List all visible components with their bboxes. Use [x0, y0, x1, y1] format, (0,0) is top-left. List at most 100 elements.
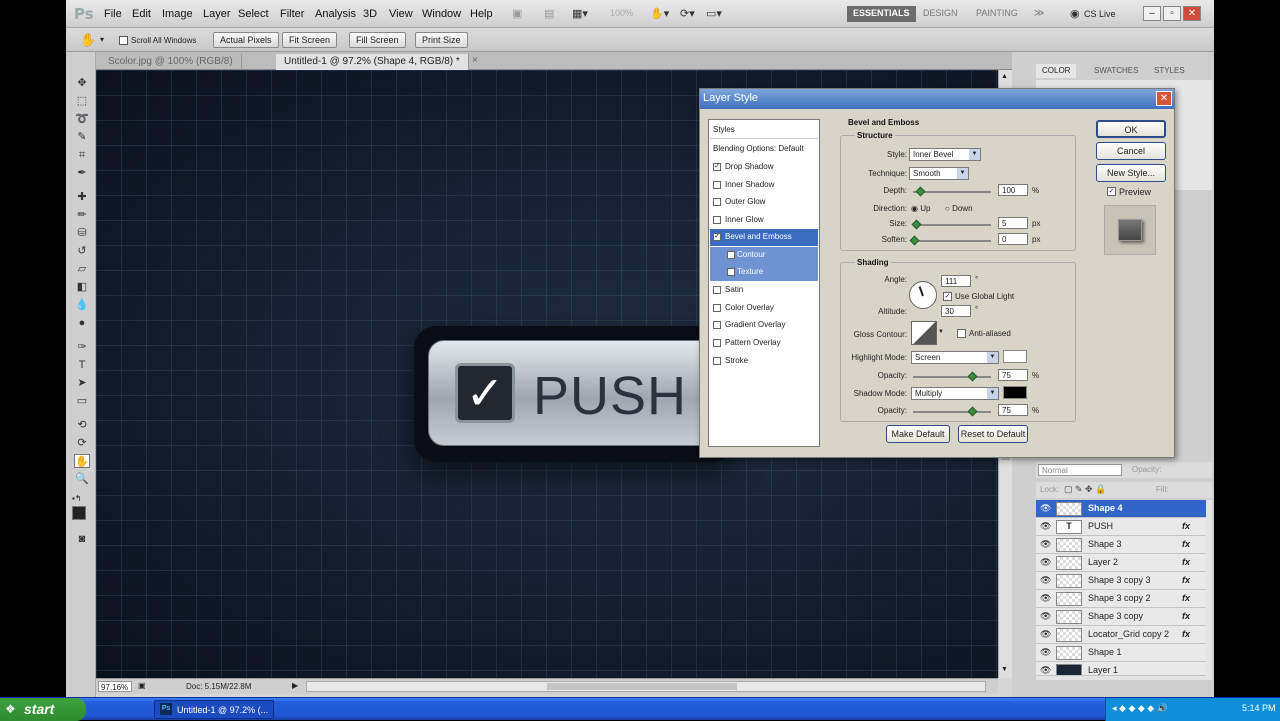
eraser-tool-icon[interactable]: ▱: [74, 262, 90, 276]
actual-pixels-button[interactable]: Actual Pixels: [213, 32, 279, 48]
highlight-opacity-knob[interactable]: [967, 371, 978, 382]
shadow-color-swatch[interactable]: [1003, 386, 1027, 399]
healing-brush-tool-icon[interactable]: ✚: [74, 190, 90, 204]
style-drop-shadow[interactable]: ✓ Drop Shadow: [710, 159, 818, 176]
scroll-all-checkbox[interactable]: [119, 36, 128, 45]
type-tool-icon[interactable]: T: [74, 358, 90, 372]
new-style-button[interactable]: New Style...: [1096, 164, 1166, 182]
gradient-tool-icon[interactable]: ◧: [74, 280, 90, 294]
tab-color[interactable]: COLOR: [1036, 64, 1077, 78]
checkbox[interactable]: [713, 216, 721, 224]
pen-tool-icon[interactable]: ✑: [74, 340, 90, 354]
layer-row[interactable]: 👁 Shape 1: [1036, 644, 1206, 662]
reset-default-button[interactable]: Reset to Default: [958, 425, 1028, 443]
shadow-opacity-knob[interactable]: [967, 406, 978, 417]
quick-mask-icon[interactable]: ◙: [74, 532, 90, 546]
menu-analysis[interactable]: Analysis: [315, 8, 356, 20]
eye-icon[interactable]: 👁: [1040, 575, 1051, 586]
marquee-tool-icon[interactable]: ⬚: [74, 94, 90, 108]
quick-select-tool-icon[interactable]: ✎: [74, 130, 90, 144]
workspace-painting[interactable]: PAINTING: [970, 6, 1024, 22]
fx-icon[interactable]: fx: [1182, 575, 1190, 585]
launch-bridge-icon[interactable]: ▣: [512, 7, 522, 20]
more-workspaces-icon[interactable]: ≫: [1034, 8, 1044, 19]
checkbox[interactable]: [713, 304, 721, 312]
style-outer-glow[interactable]: Outer Glow: [710, 194, 818, 211]
default-colors-icon[interactable]: ▪↰: [72, 494, 82, 503]
checkbox[interactable]: [713, 181, 721, 189]
style-inner-shadow[interactable]: Inner Shadow: [710, 177, 818, 194]
fx-icon[interactable]: fx: [1182, 593, 1190, 603]
style-contour[interactable]: Contour: [710, 247, 818, 264]
style-pattern-overlay[interactable]: Pattern Overlay: [710, 335, 818, 352]
highlight-opacity-input[interactable]: 75: [998, 369, 1028, 381]
gloss-contour-swatch[interactable]: [911, 321, 937, 345]
cs-live-icon[interactable]: ◉: [1070, 7, 1080, 20]
fit-screen-button[interactable]: Fit Screen: [282, 32, 338, 48]
checkbox[interactable]: [713, 357, 721, 365]
menu-file[interactable]: File: [104, 8, 122, 20]
bevel-style-select[interactable]: Inner Bevel ▼: [909, 148, 981, 161]
dialog-title[interactable]: Layer Style: [700, 89, 1174, 109]
styles-header[interactable]: Styles: [710, 122, 818, 139]
layer-row[interactable]: 👁 Layer 2 fx: [1036, 554, 1206, 572]
chevron-down-icon[interactable]: ▼: [987, 388, 998, 399]
eye-icon[interactable]: 👁: [1040, 539, 1051, 550]
menu-view[interactable]: View: [389, 8, 413, 20]
scroll-down-icon[interactable]: ▼: [1001, 666, 1008, 673]
dodge-tool-icon[interactable]: ●: [74, 316, 90, 330]
eye-icon[interactable]: 👁: [1040, 521, 1051, 532]
checkbox[interactable]: [713, 321, 721, 329]
menu-window[interactable]: Window: [422, 8, 461, 20]
3d-orbit-tool-icon[interactable]: ⟳: [74, 436, 90, 450]
layer-row[interactable]: 👁 Shape 3 fx: [1036, 536, 1206, 554]
cs-live-button[interactable]: CS Live: [1084, 9, 1116, 19]
chevron-down-icon[interactable]: ▼: [969, 149, 980, 160]
tab-untitled-1[interactable]: Untitled-1 @ 97.2% (Shape 4, RGB/8) *: [276, 54, 469, 70]
fx-icon[interactable]: fx: [1182, 539, 1190, 549]
highlight-color-swatch[interactable]: [1003, 350, 1027, 363]
workspace-essentials[interactable]: ESSENTIALS: [847, 6, 916, 22]
lasso-tool-icon[interactable]: ➰: [74, 112, 90, 126]
layer-row[interactable]: 👁 Layer 1: [1036, 662, 1206, 676]
size-slider-knob[interactable]: [911, 219, 922, 230]
tool-preset-dropdown-icon[interactable]: ▾: [100, 35, 104, 44]
tab-scolor[interactable]: Scolor.jpg @ 100% (RGB/8): [100, 54, 242, 70]
dialog-close-button[interactable]: ✕: [1156, 91, 1172, 106]
highlight-mode-select[interactable]: Screen ▼: [911, 351, 999, 364]
checkbox[interactable]: [727, 251, 735, 259]
h-scroll-thumb[interactable]: [547, 683, 737, 690]
fx-icon[interactable]: fx: [1182, 521, 1190, 531]
direction-down-radio[interactable]: ○ Down: [945, 204, 973, 213]
style-bevel-emboss[interactable]: ✓ Bevel and Emboss: [710, 229, 818, 246]
eye-icon[interactable]: 👁: [1040, 593, 1051, 604]
rotate-view-icon[interactable]: ⟳▾: [680, 7, 695, 20]
style-inner-glow[interactable]: Inner Glow: [710, 212, 818, 229]
depth-slider-knob[interactable]: [915, 186, 926, 197]
status-menu-icon[interactable]: ▶: [292, 681, 298, 690]
angle-input[interactable]: 111: [941, 275, 971, 287]
scroll-up-icon[interactable]: ▲: [1001, 73, 1008, 80]
menu-select[interactable]: Select: [238, 8, 269, 20]
soften-slider-knob[interactable]: [909, 235, 920, 246]
horizontal-scrollbar[interactable]: [306, 681, 986, 692]
size-input[interactable]: 5: [998, 217, 1028, 229]
maximize-button[interactable]: ▫: [1163, 6, 1181, 21]
crop-tool-icon[interactable]: ⌗: [74, 148, 90, 162]
eye-icon[interactable]: 👁: [1040, 647, 1051, 658]
fill-screen-button[interactable]: Fill Screen: [349, 32, 406, 48]
layer-row[interactable]: 👁 T PUSH fx: [1036, 518, 1206, 536]
zoom-level[interactable]: 100%: [610, 8, 633, 18]
style-satin[interactable]: Satin: [710, 282, 818, 299]
menu-3d[interactable]: 3D: [363, 8, 377, 20]
eye-icon[interactable]: 👁: [1040, 665, 1051, 675]
layer-row[interactable]: 👁 Locator_Grid copy 2 fx: [1036, 626, 1206, 644]
anti-aliased-checkbox[interactable]: [957, 329, 966, 338]
chevron-down-icon[interactable]: ▼: [987, 352, 998, 363]
blend-mode-select[interactable]: Normal: [1038, 464, 1122, 476]
shadow-opacity-slider[interactable]: [913, 411, 991, 413]
fx-icon[interactable]: fx: [1182, 629, 1190, 639]
zoom-field[interactable]: 97.16%: [98, 681, 132, 692]
checkbox-checked[interactable]: ✓: [713, 233, 721, 241]
hand-view-icon[interactable]: ✋▾: [650, 7, 669, 20]
